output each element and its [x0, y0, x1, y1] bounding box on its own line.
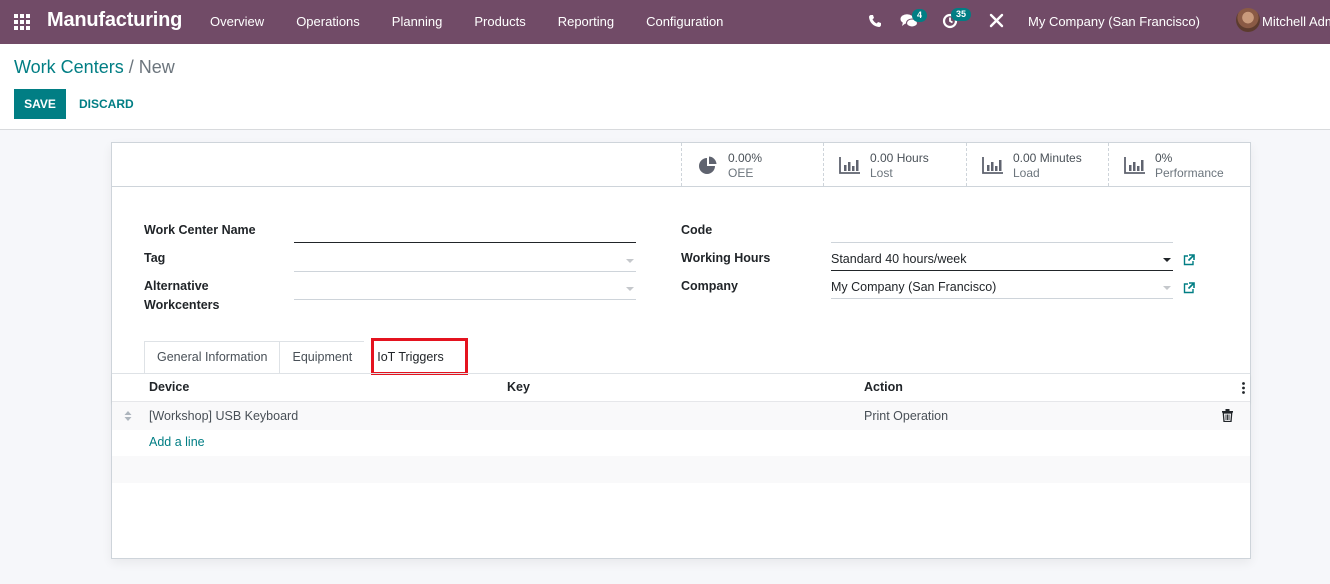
control-panel: Work Centers / New SAVE DISCARD: [0, 44, 1330, 130]
company-label: Company: [681, 279, 738, 293]
tag-label: Tag: [144, 251, 166, 265]
stat-value: 0.00 Minutes: [1013, 151, 1082, 165]
cell-action[interactable]: Print Operation: [864, 402, 948, 430]
stat-value: 0.00%: [728, 151, 763, 165]
top-navbar: Manufacturing Overview Operations Planni…: [0, 0, 1330, 44]
alternative-workcenters-label: Alternative Workcenters: [144, 277, 220, 315]
bar-chart-icon: [982, 157, 1003, 174]
tab-general-information[interactable]: General Information: [144, 341, 281, 373]
stat-label: Lost: [870, 166, 893, 180]
breadcrumb-separator: /: [128, 57, 134, 77]
add-a-line-link[interactable]: Add a line: [149, 435, 205, 449]
empty-row: [112, 456, 1250, 483]
breadcrumb-current: New: [138, 57, 175, 77]
iot-table-header: Device Key Action: [112, 374, 1250, 402]
tag-input[interactable]: [294, 250, 636, 272]
bar-chart-icon: [839, 157, 860, 174]
company-value: My Company (San Francisco): [831, 280, 997, 294]
external-link-icon[interactable]: [1183, 254, 1195, 266]
form-sheet: 0.00% OEE 0.00 Hours Lost 0.00 Minutes L…: [111, 142, 1251, 559]
working-hours-label: Working Hours: [681, 251, 771, 265]
table-row[interactable]: [Workshop] USB Keyboard Print Operation: [112, 402, 1250, 430]
app-title[interactable]: Manufacturing: [47, 9, 182, 32]
external-link-icon[interactable]: [1183, 282, 1195, 294]
cell-device[interactable]: [Workshop] USB Keyboard: [149, 402, 298, 430]
tab-equipment[interactable]: Equipment: [279, 341, 366, 373]
bar-chart-icon: [1124, 157, 1145, 174]
tab-iot-triggers[interactable]: IoT Triggers: [364, 341, 457, 373]
label-line-2: Workcenters: [144, 298, 220, 312]
chevron-down-icon[interactable]: [1163, 258, 1171, 262]
working-hours-select[interactable]: Standard 40 hours/week: [831, 249, 1173, 271]
breadcrumb-parent[interactable]: Work Centers: [14, 57, 124, 77]
menu-overview[interactable]: Overview: [194, 0, 280, 44]
stat-button-lost[interactable]: 0.00 Hours Lost: [823, 143, 966, 186]
discard-button[interactable]: DISCARD: [79, 89, 134, 119]
user-avatar[interactable]: [1236, 8, 1260, 32]
optional-columns-kebab-icon[interactable]: [1242, 382, 1245, 394]
stat-label: Load: [1013, 166, 1040, 180]
working-hours-value: Standard 40 hours/week: [831, 252, 967, 266]
menu-configuration[interactable]: Configuration: [630, 0, 739, 44]
stat-label: Performance: [1155, 166, 1224, 180]
chevron-down-icon[interactable]: [626, 259, 634, 263]
menu-products[interactable]: Products: [458, 0, 541, 44]
activities-count-badge: 35: [951, 8, 972, 21]
messages-count-badge: 4: [912, 9, 928, 22]
menu-reporting[interactable]: Reporting: [542, 0, 630, 44]
label-line-1: Alternative: [144, 279, 209, 293]
chevron-down-icon[interactable]: [1163, 286, 1171, 290]
code-label: Code: [681, 223, 713, 237]
column-header-action[interactable]: Action: [864, 380, 903, 394]
chevron-down-icon[interactable]: [626, 287, 634, 291]
notebook-tabs: General Information Equipment IoT Trigge…: [144, 341, 457, 373]
main-menu: Overview Operations Planning Products Re…: [194, 0, 739, 44]
save-button[interactable]: SAVE: [14, 89, 66, 119]
trash-icon[interactable]: [1222, 409, 1233, 422]
stat-value: 0%: [1155, 151, 1173, 165]
apps-menu-icon[interactable]: [14, 14, 30, 30]
menu-operations[interactable]: Operations: [280, 0, 376, 44]
stat-value: 0.00 Hours: [870, 151, 929, 165]
user-menu[interactable]: Mitchell Adm: [1262, 14, 1330, 29]
work-center-name-input[interactable]: [294, 221, 636, 243]
stat-button-load[interactable]: 0.00 Minutes Load: [966, 143, 1108, 186]
debug-tools-icon[interactable]: [989, 13, 1004, 28]
code-input[interactable]: [831, 221, 1173, 243]
alternative-workcenters-input[interactable]: [294, 278, 636, 300]
pie-chart-icon: [699, 156, 717, 174]
stat-button-performance[interactable]: 0% Performance: [1108, 143, 1250, 186]
stat-button-oee[interactable]: 0.00% OEE: [681, 143, 823, 186]
phone-icon[interactable]: [868, 14, 882, 28]
menu-planning[interactable]: Planning: [376, 0, 459, 44]
stat-label: OEE: [728, 166, 754, 180]
company-select[interactable]: My Company (San Francisco): [831, 277, 1173, 299]
stat-button-box: 0.00% OEE 0.00 Hours Lost 0.00 Minutes L…: [112, 143, 1250, 187]
work-center-name-label: Work Center Name: [144, 223, 256, 237]
company-switcher[interactable]: My Company (San Francisco): [1028, 14, 1200, 29]
column-header-device[interactable]: Device: [149, 380, 189, 394]
breadcrumb: Work Centers / New: [14, 57, 175, 78]
drag-handle-icon[interactable]: [124, 410, 132, 422]
column-header-key[interactable]: Key: [507, 380, 530, 394]
